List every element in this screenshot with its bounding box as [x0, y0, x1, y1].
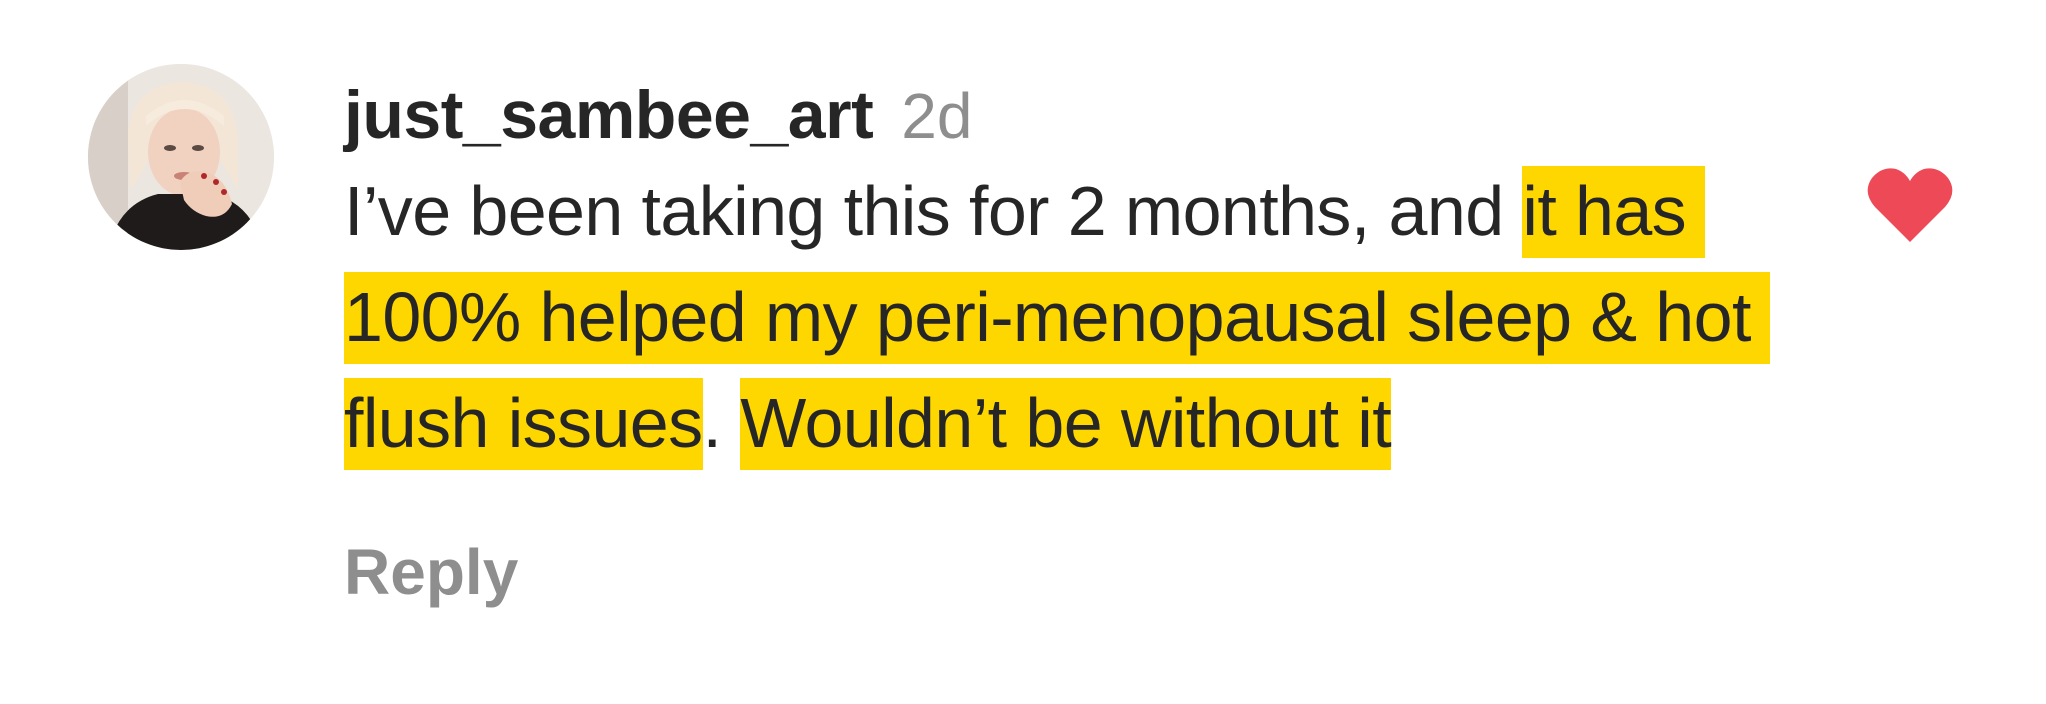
avatar[interactable]	[88, 64, 274, 250]
comment-body: just_sambee_art 2d I’ve been taking this …	[344, 70, 1794, 476]
comment-text-segment: I’ve been taking this for 2 months, and	[344, 172, 1523, 250]
heart-icon	[1867, 168, 1953, 242]
like-button[interactable]	[1866, 166, 1954, 246]
comment-header: just_sambee_art 2d	[344, 70, 1794, 160]
highlighted-text: Wouldn’t be without it	[740, 378, 1392, 470]
comment: just_sambee_art 2d I’ve been taking this …	[0, 0, 2046, 704]
username[interactable]: just_sambee_art	[344, 77, 874, 153]
comment-text-segment: .	[702, 384, 741, 462]
comment-text: I’ve been taking this for 2 months, and …	[344, 158, 1824, 476]
avatar-photo	[88, 64, 274, 250]
timestamp: 2d	[901, 80, 973, 152]
reply-button[interactable]: Reply	[344, 535, 518, 609]
